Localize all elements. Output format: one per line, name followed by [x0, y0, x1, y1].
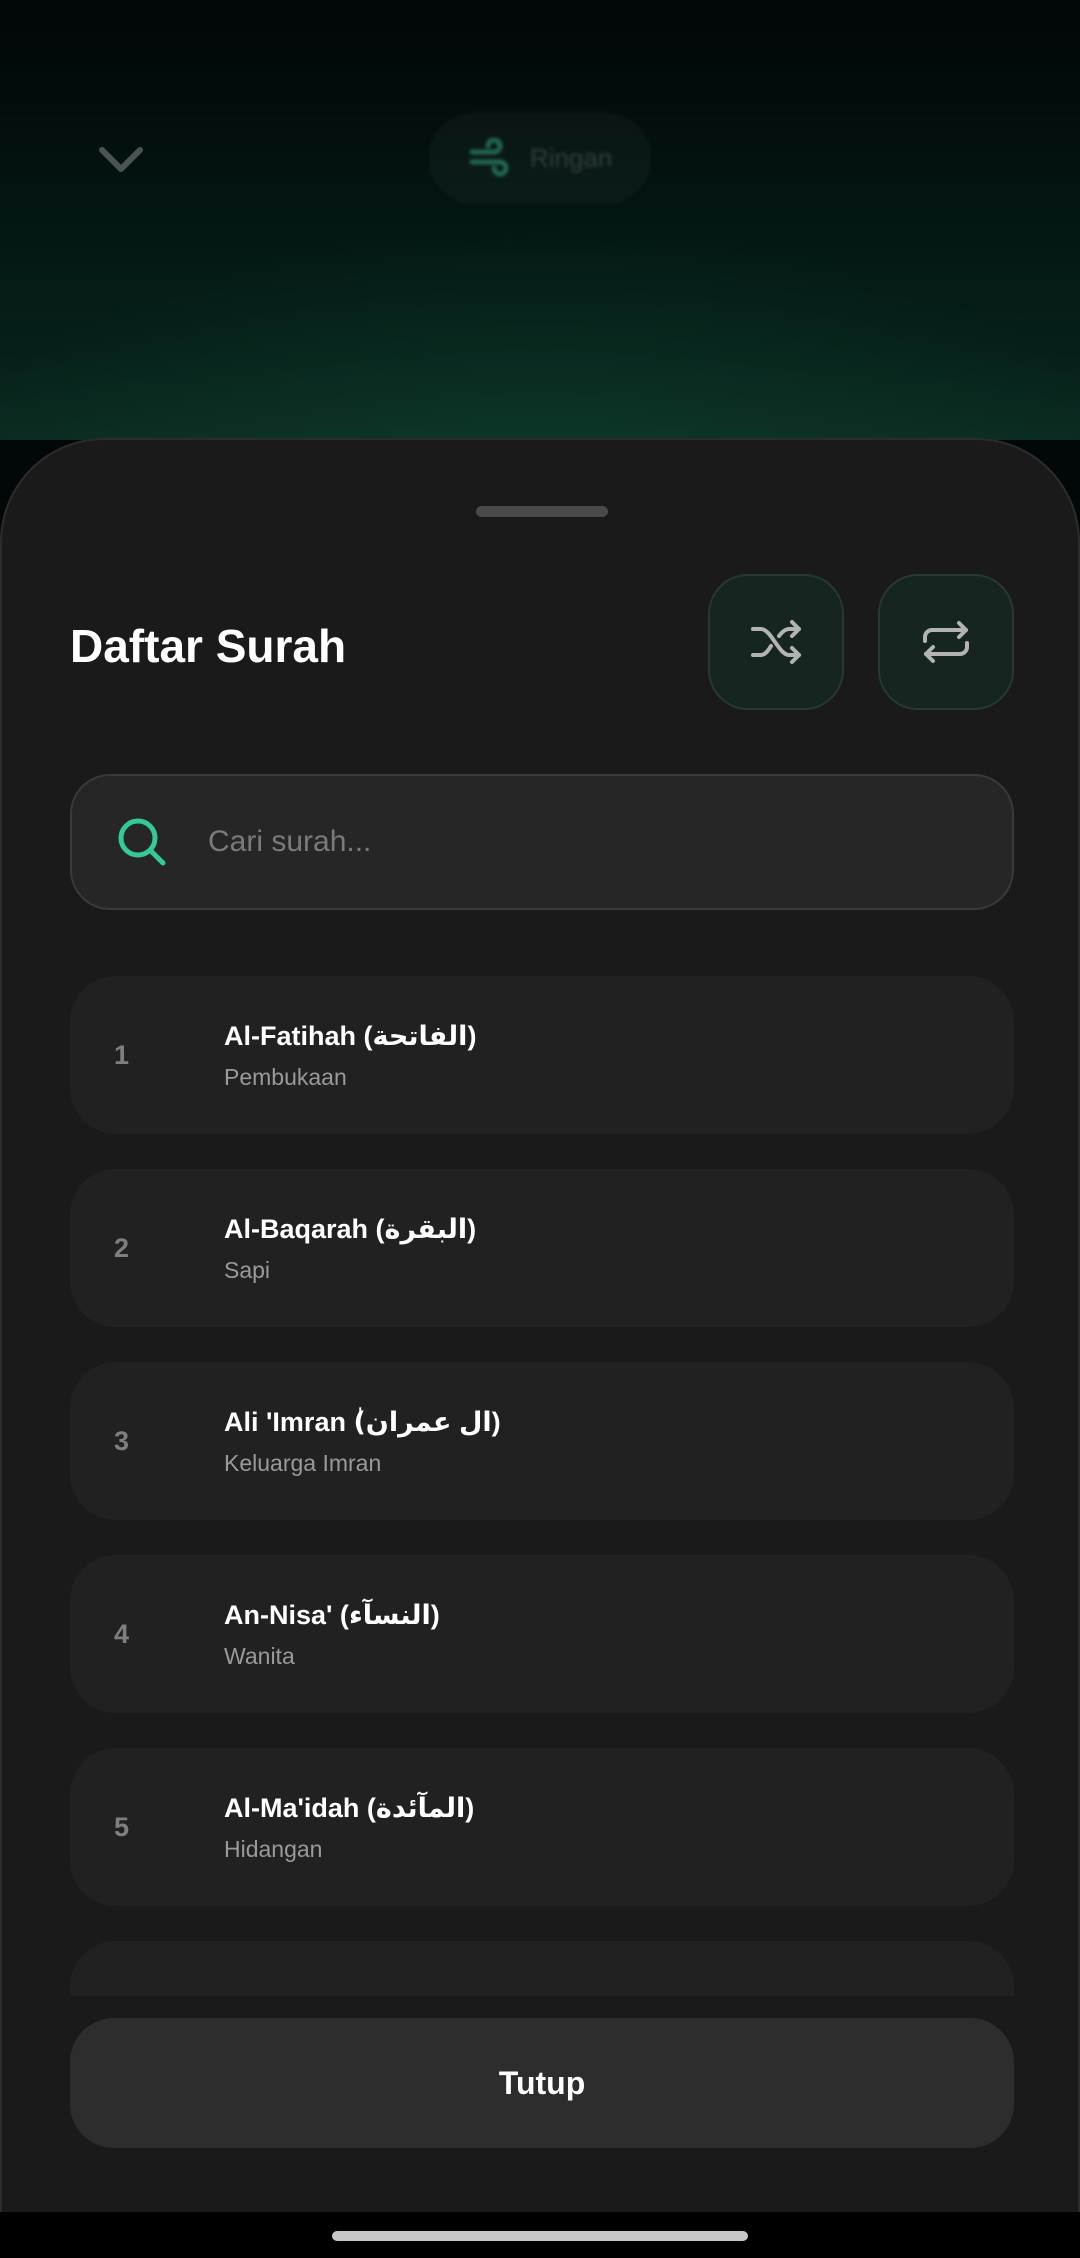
- surah-meaning: Hidangan: [224, 1836, 323, 1862]
- repeat-icon: [923, 621, 969, 663]
- surah-text: Ali 'Imran (ٰال عمران) Keluarga Imran: [224, 1404, 501, 1478]
- surah-text: Al-Baqarah (البقرة) Sapi: [224, 1211, 476, 1285]
- sheet-drag-handle[interactable]: [476, 506, 608, 517]
- sheet-title: Daftar Surah: [70, 620, 347, 672]
- surah-list-item[interactable]: 4 An-Nisa' (النسآء) Wanita: [70, 1555, 1014, 1713]
- wind-icon: [469, 138, 509, 177]
- background-pill-label: Ringan: [530, 142, 613, 173]
- surah-meaning: Sapi: [224, 1257, 271, 1283]
- surah-text: Al-Ma'idah (المآئدة) Hidangan: [224, 1790, 474, 1864]
- surah-number: 3: [114, 1425, 130, 1456]
- shuffle-icon: [751, 620, 801, 664]
- surah-name: An-Nisa' (النسآء): [224, 1600, 440, 1630]
- surah-number: 2: [114, 1232, 130, 1263]
- surah-text: Al-Fatihah (الفاتحة) Pembukaan: [224, 1018, 476, 1092]
- surah-name: Al-Ma'idah (المآئدة): [224, 1793, 475, 1823]
- system-navigation-bar: [0, 2212, 1080, 2258]
- surah-name: Al-Baqarah (البقرة): [224, 1214, 477, 1244]
- surah-number: 1: [114, 1039, 130, 1070]
- search-icon: [118, 818, 166, 866]
- background-mode-pill[interactable]: Ringan: [428, 112, 652, 204]
- surah-name: Al-Fatihah (الفاتحة): [224, 1021, 477, 1051]
- surah-list-item[interactable]: 2 Al-Baqarah (البقرة) Sapi: [70, 1169, 1014, 1327]
- surah-meaning: Keluarga Imran: [224, 1450, 382, 1476]
- background-screen: [0, 0, 1080, 440]
- surah-number: 4: [114, 1618, 130, 1649]
- surah-list-item-partial[interactable]: [70, 1941, 1014, 1996]
- surah-list-sheet: Daftar Surah Cari surah... 1 Al-Fatihah …: [0, 438, 1080, 2212]
- repeat-button[interactable]: [878, 574, 1014, 710]
- shuffle-button[interactable]: [708, 574, 844, 710]
- chevron-down-icon[interactable]: [96, 140, 146, 180]
- surah-meaning: Wanita: [224, 1643, 295, 1669]
- surah-list-item[interactable]: 1 Al-Fatihah (الفاتحة) Pembukaan: [70, 976, 1014, 1134]
- close-button[interactable]: Tutup: [70, 2018, 1014, 2148]
- surah-meaning: Pembukaan: [224, 1064, 347, 1090]
- surah-list[interactable]: 1 Al-Fatihah (الفاتحة) Pembukaan 2 Al-Baqara…: [70, 976, 1014, 1996]
- surah-name: Ali 'Imran (ٰال عمران): [224, 1407, 501, 1437]
- surah-list-item[interactable]: 3 Ali 'Imran (ٰال عمران) Keluarga Imran: [70, 1362, 1014, 1520]
- surah-list-item[interactable]: 5 Al-Ma'idah (المآئدة) Hidangan: [70, 1748, 1014, 1906]
- search-input[interactable]: [206, 811, 1012, 873]
- search-box[interactable]: [70, 774, 1014, 910]
- surah-text: An-Nisa' (النسآء) Wanita: [224, 1597, 440, 1671]
- home-indicator[interactable]: [332, 2231, 748, 2241]
- surah-number: 5: [114, 1811, 130, 1842]
